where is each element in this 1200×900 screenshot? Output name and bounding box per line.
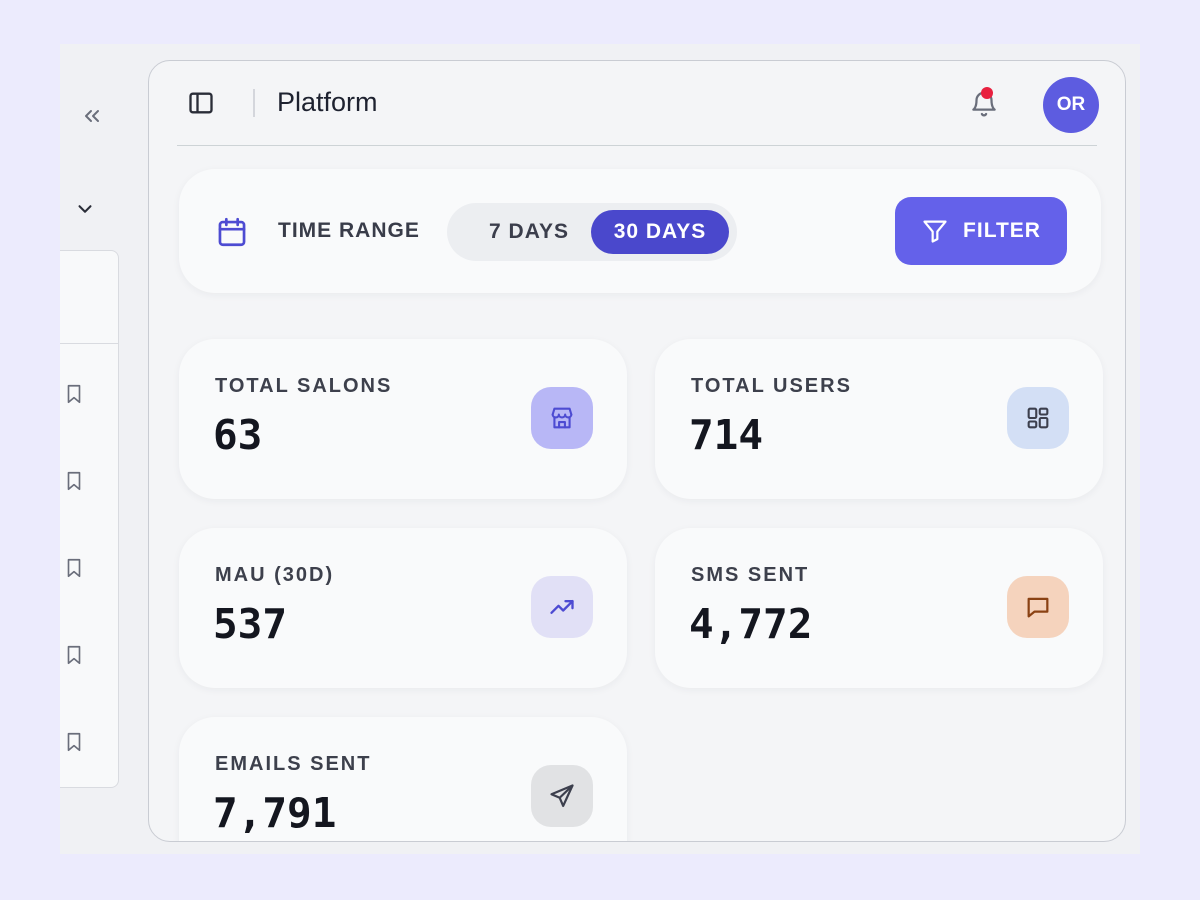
stat-value: 714 — [689, 411, 764, 459]
send-icon — [531, 765, 593, 827]
option-30-days[interactable]: 30 DAYS — [591, 210, 729, 254]
stat-value: 7,791 — [213, 789, 337, 837]
filter-button-label: FILTER — [963, 219, 1041, 242]
bookmark-icon[interactable] — [63, 555, 85, 581]
sidebar-panel — [60, 250, 119, 788]
grid-icon — [1007, 387, 1069, 449]
page-title: Platform — [277, 87, 378, 117]
bookmark-icon[interactable] — [63, 642, 85, 668]
option-7-days[interactable]: 7 DAYS — [461, 210, 597, 254]
sidebar-divider — [60, 343, 118, 344]
bookmark-icon[interactable] — [63, 468, 85, 494]
main-panel: Platform OR TIME RANGE 7 DAYS 30 DAYS FI… — [148, 60, 1126, 842]
avatar[interactable]: OR — [1043, 77, 1099, 133]
chevron-down-icon[interactable] — [74, 198, 96, 220]
collapse-sidebar-icon[interactable] — [80, 104, 104, 128]
stat-label: EMAILS SENT — [215, 753, 372, 775]
stat-value: 537 — [213, 600, 288, 648]
time-range-bar: TIME RANGE 7 DAYS 30 DAYS FILTER — [179, 169, 1101, 293]
sidebar-toggle-icon[interactable] — [187, 89, 215, 117]
stat-value: 4,772 — [689, 600, 813, 648]
time-range-label: TIME RANGE — [278, 219, 420, 242]
bookmark-icon[interactable] — [63, 729, 85, 755]
stat-card-total-users: TOTAL USERS 714 — [655, 339, 1103, 499]
store-icon — [531, 387, 593, 449]
stat-card-total-salons: TOTAL SALONS 63 — [179, 339, 627, 499]
stat-value: 63 — [213, 411, 263, 459]
divider — [253, 89, 255, 117]
filter-button[interactable]: FILTER — [895, 197, 1067, 265]
time-range-toggle: 7 DAYS 30 DAYS — [447, 203, 737, 261]
trending-up-icon — [531, 576, 593, 638]
stat-label: MAU (30D) — [215, 564, 335, 586]
bookmark-icon[interactable] — [63, 381, 85, 407]
stat-card-mau: MAU (30D) 537 — [179, 528, 627, 688]
notification-badge — [981, 87, 993, 99]
top-bar: Platform OR — [177, 61, 1099, 146]
app-frame: Platform OR TIME RANGE 7 DAYS 30 DAYS FI… — [60, 44, 1140, 854]
message-icon — [1007, 576, 1069, 638]
filter-icon — [923, 220, 947, 243]
stat-card-emails-sent: EMAILS SENT 7,791 — [179, 717, 627, 841]
calendar-icon — [218, 217, 246, 247]
stat-label: SMS SENT — [691, 564, 810, 586]
stat-card-sms-sent: SMS SENT 4,772 — [655, 528, 1103, 688]
stat-label: TOTAL SALONS — [215, 375, 393, 397]
stat-label: TOTAL USERS — [691, 375, 852, 397]
